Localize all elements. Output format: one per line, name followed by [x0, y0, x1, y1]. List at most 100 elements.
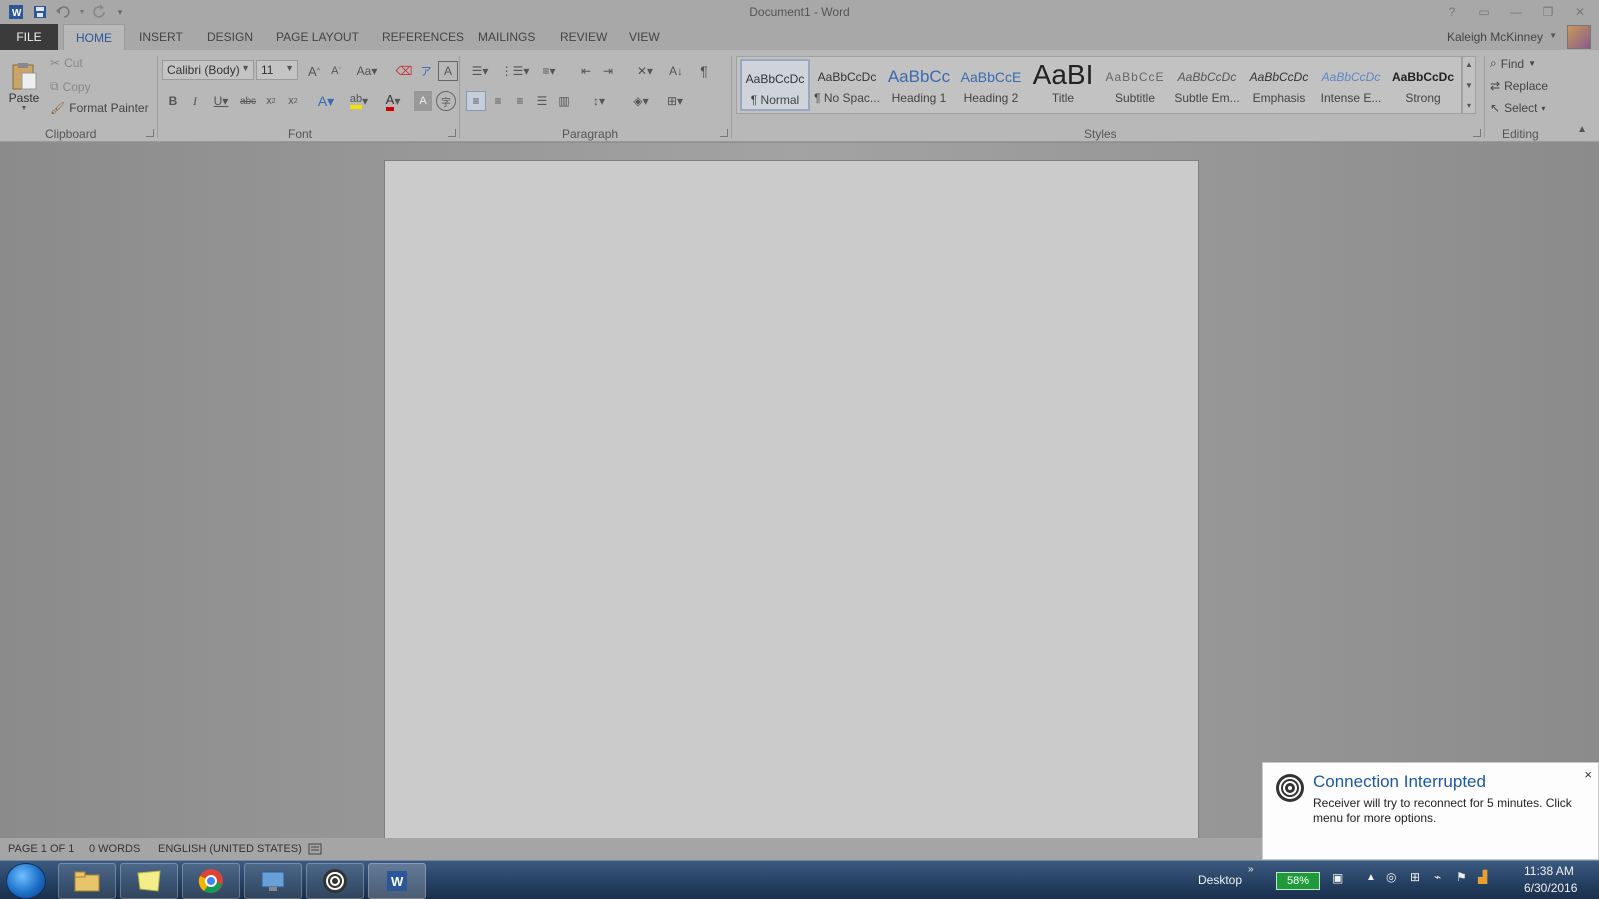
- citrix-receiver-icon[interactable]: [306, 863, 364, 899]
- copy-button[interactable]: ⧉ Copy: [50, 79, 91, 94]
- clock-date[interactable]: 6/30/2016: [1524, 881, 1577, 895]
- windows-icon[interactable]: ⊞: [1410, 870, 1420, 884]
- chevron-down-icon[interactable]: ▼: [1528, 59, 1536, 68]
- tab-page-layout[interactable]: PAGE LAYOUT: [264, 24, 371, 50]
- style-emphasis[interactable]: AaBbCcDc Emphasis: [1244, 59, 1314, 111]
- line-spacing-icon[interactable]: ↕▾: [584, 91, 614, 111]
- battery-plug-icon[interactable]: ▣: [1332, 871, 1343, 885]
- close-icon[interactable]: ×: [1584, 767, 1592, 782]
- tab-references[interactable]: REFERENCES: [370, 24, 476, 50]
- tab-file[interactable]: FILE: [0, 24, 58, 50]
- start-button[interactable]: [6, 863, 46, 899]
- tab-insert[interactable]: INSERT: [127, 24, 195, 50]
- collapse-ribbon-icon[interactable]: ▲: [1577, 124, 1587, 135]
- paste-dropdown-icon[interactable]: ▼: [21, 105, 28, 112]
- clipboard-dialog-launcher-icon[interactable]: [146, 129, 154, 137]
- help-button[interactable]: ?: [1439, 2, 1465, 22]
- word-icon[interactable]: W: [368, 863, 426, 899]
- enclose-characters-icon[interactable]: 字: [436, 91, 456, 111]
- shading-icon[interactable]: ◈▾: [626, 91, 656, 111]
- user-dropdown-icon[interactable]: ▼: [1549, 31, 1557, 40]
- show-formatting-marks-icon[interactable]: ¶: [694, 61, 714, 81]
- clock-time[interactable]: 11:38 AM: [1524, 864, 1574, 878]
- desktop-toolbar-label[interactable]: Desktop: [1198, 873, 1242, 887]
- citrix-tray-icon[interactable]: ◎: [1386, 870, 1396, 884]
- chevron-down-icon[interactable]: ▾: [1541, 104, 1545, 113]
- tab-mailings[interactable]: MAILINGS: [466, 24, 547, 50]
- macro-recording-icon[interactable]: [308, 842, 322, 858]
- find-button[interactable]: ⌕ Find ▼: [1490, 56, 1536, 71]
- cut-button[interactable]: ✂ Cut: [50, 56, 83, 70]
- chevron-down-icon[interactable]: ▼: [285, 63, 294, 73]
- bullets-icon[interactable]: ☰▾: [465, 61, 495, 81]
- style-subtitle[interactable]: AaBbCcE Subtitle: [1100, 59, 1170, 111]
- replace-button[interactable]: ⇄ Replace: [1490, 79, 1548, 93]
- font-family-combo[interactable]: Calibri (Body) ▼: [162, 60, 254, 80]
- chevron-down-icon[interactable]: ▼: [241, 63, 250, 73]
- style-title[interactable]: AaBI Title: [1028, 59, 1098, 111]
- close-button[interactable]: ✕: [1567, 2, 1593, 22]
- align-right-icon[interactable]: ≡: [510, 91, 530, 111]
- tab-design[interactable]: DESIGN: [195, 24, 265, 50]
- numbering-icon[interactable]: ⋮☰▾: [500, 61, 530, 81]
- bold-icon[interactable]: B: [164, 91, 182, 111]
- more-styles-icon[interactable]: ▾: [1467, 101, 1471, 110]
- styles-dialog-launcher-icon[interactable]: [1473, 129, 1481, 137]
- change-case-icon[interactable]: Aa▾: [352, 61, 382, 81]
- format-painter-button[interactable]: 🖌 Format Painter: [50, 101, 149, 115]
- action-center-flag-icon[interactable]: ⚑: [1456, 870, 1467, 884]
- underline-icon[interactable]: U▾: [208, 91, 234, 111]
- shrink-font-icon[interactable]: Aˇ: [326, 61, 346, 81]
- font-size-combo[interactable]: 11 ▼: [256, 60, 298, 80]
- highlight-color-icon[interactable]: ab ▾: [344, 91, 374, 111]
- tab-view[interactable]: VIEW: [617, 24, 672, 50]
- increase-indent-icon[interactable]: ⇥: [598, 61, 618, 81]
- remote-desktop-icon[interactable]: [244, 863, 302, 899]
- tab-home[interactable]: HOME: [63, 24, 125, 50]
- italic-icon[interactable]: I: [186, 91, 204, 111]
- network-icon[interactable]: ▟: [1478, 870, 1487, 884]
- word-count-status[interactable]: 0 WORDS: [89, 843, 140, 855]
- minimize-button[interactable]: —: [1503, 2, 1529, 22]
- clear-formatting-icon[interactable]: ⌫: [394, 61, 414, 81]
- paste-button[interactable]: Paste ▼: [6, 56, 42, 116]
- align-left-icon[interactable]: ≡: [466, 91, 486, 111]
- subscript-icon[interactable]: x2: [261, 91, 281, 111]
- chevron-up-icon[interactable]: ▲: [1465, 60, 1473, 69]
- multilevel-list-icon[interactable]: ≡▾: [534, 61, 564, 81]
- notification-toast[interactable]: Connection Interrupted Receiver will try…: [1262, 762, 1599, 860]
- styles-gallery-scroll[interactable]: ▲ ▼ ▾: [1462, 56, 1476, 114]
- chevron-down-icon[interactable]: ▼: [1465, 81, 1473, 90]
- justify-icon[interactable]: ☰: [532, 91, 552, 111]
- page-count-status[interactable]: PAGE 1 OF 1: [8, 843, 74, 855]
- font-dialog-launcher-icon[interactable]: [448, 129, 456, 137]
- select-button[interactable]: ↖ Select ▾: [1490, 101, 1545, 115]
- style-subtle-emphasis[interactable]: AaBbCcDc Subtle Em...: [1172, 59, 1242, 111]
- phonetic-guide-icon[interactable]: ア: [416, 61, 436, 81]
- distributed-icon[interactable]: ▥: [554, 91, 574, 111]
- language-status[interactable]: ENGLISH (UNITED STATES): [158, 843, 302, 855]
- sort-icon[interactable]: A↓: [666, 61, 686, 81]
- style-no-spacing[interactable]: AaBbCcDc ¶ No Spac...: [812, 59, 882, 111]
- text-effects-icon[interactable]: A▾: [312, 91, 340, 111]
- paragraph-dialog-launcher-icon[interactable]: [720, 129, 728, 137]
- style-strong[interactable]: AaBbCcDc Strong: [1388, 59, 1458, 111]
- show-hidden-icons-icon[interactable]: ▲: [1366, 872, 1376, 883]
- user-name[interactable]: Kaleigh McKinney: [1447, 30, 1543, 44]
- power-icon[interactable]: ⌁: [1434, 870, 1441, 884]
- font-color-icon[interactable]: A ▾: [378, 91, 408, 111]
- chrome-icon[interactable]: [182, 863, 240, 899]
- character-border-icon[interactable]: A: [438, 61, 458, 81]
- battery-indicator[interactable]: 58%: [1276, 872, 1320, 890]
- superscript-icon[interactable]: x2: [283, 91, 303, 111]
- explorer-icon[interactable]: [58, 863, 116, 899]
- asian-layout-icon[interactable]: ✕▾: [630, 61, 660, 81]
- restore-button[interactable]: ❐: [1535, 2, 1561, 22]
- strikethrough-icon[interactable]: abc: [238, 91, 258, 111]
- borders-icon[interactable]: ⊞▾: [660, 91, 690, 111]
- style-heading-1[interactable]: AaBbCc Heading 1: [884, 59, 954, 111]
- character-shading-icon[interactable]: A: [414, 91, 432, 111]
- ribbon-display-options-button[interactable]: ▭: [1471, 2, 1497, 22]
- document-page[interactable]: [384, 160, 1199, 840]
- chevron-right-icon[interactable]: »: [1248, 864, 1254, 875]
